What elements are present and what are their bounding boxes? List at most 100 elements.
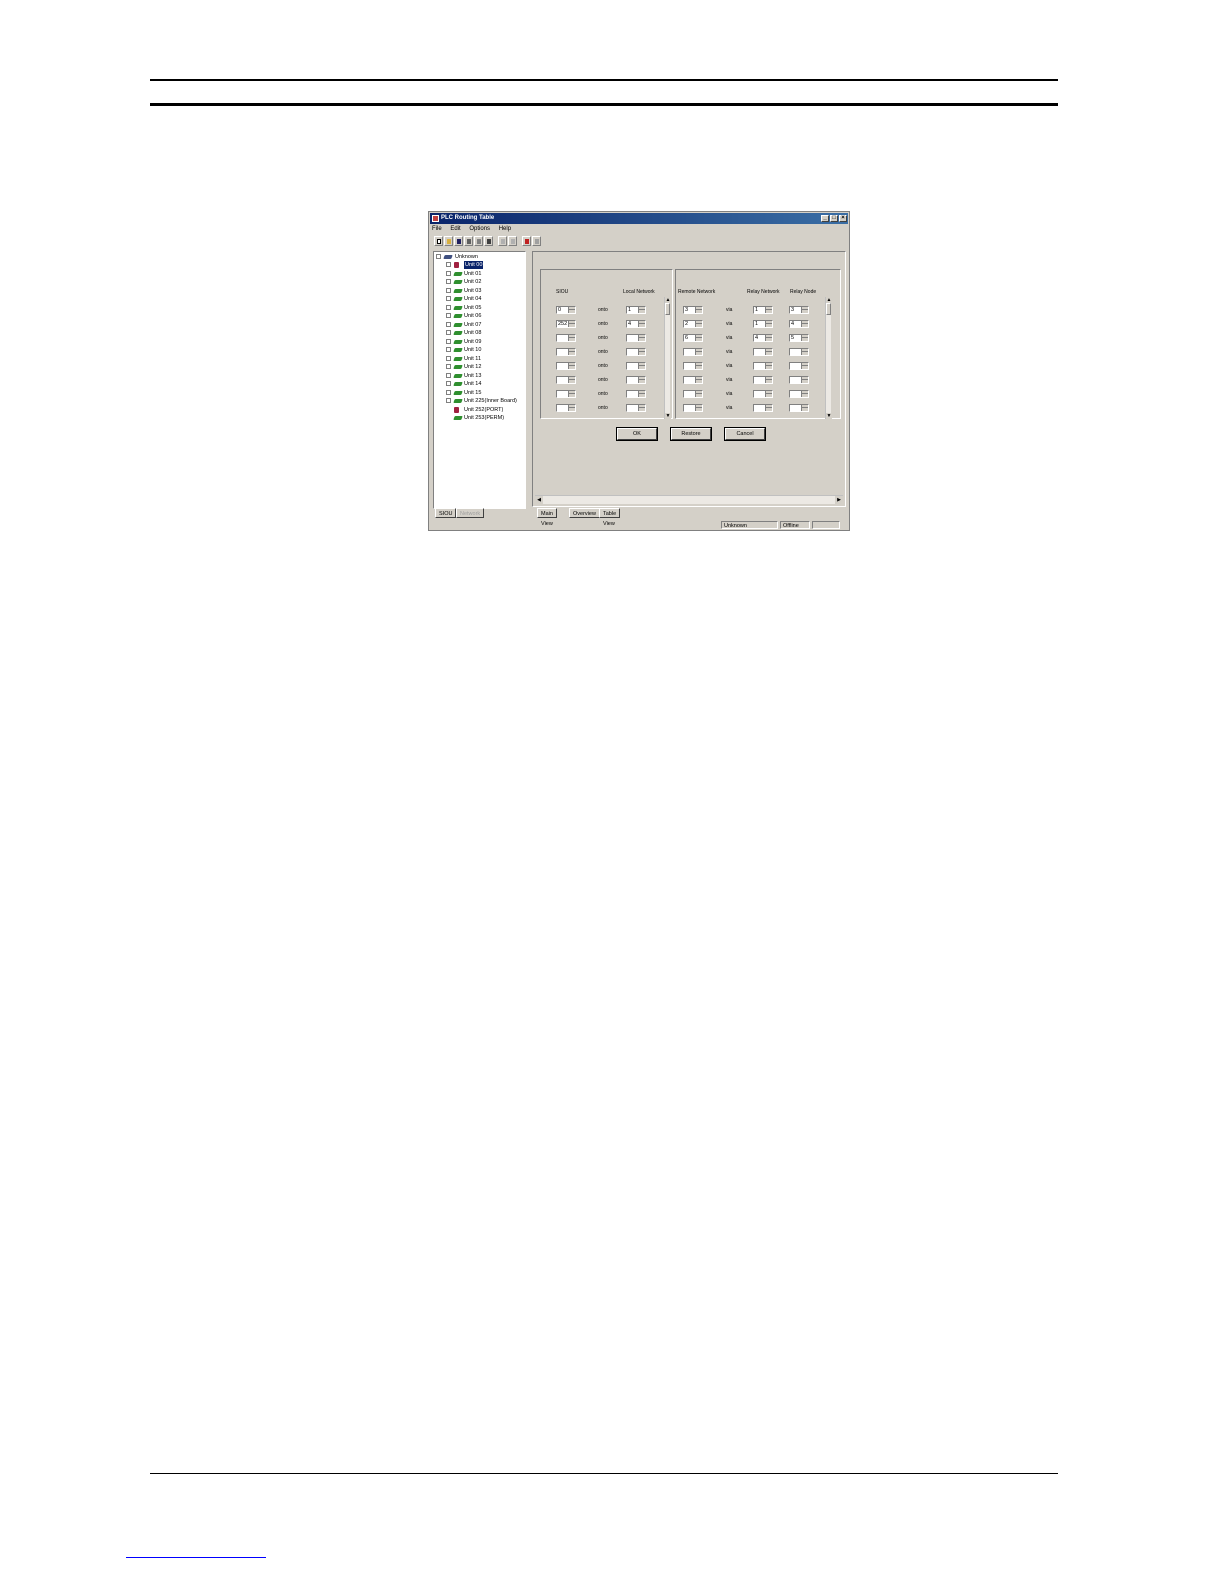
- spin-arrows-icon[interactable]: [638, 363, 645, 369]
- expand-icon[interactable]: [446, 338, 451, 344]
- spin-arrows-icon[interactable]: [638, 307, 645, 313]
- spin-arrows-icon[interactable]: [638, 335, 645, 341]
- spin-arrows-icon[interactable]: [765, 335, 772, 341]
- print-icon[interactable]: [464, 236, 473, 246]
- relay-network-spinner[interactable]: 4: [753, 334, 773, 342]
- scroll-down-icon[interactable]: ▼: [665, 413, 671, 419]
- local-network-spinner[interactable]: [626, 390, 646, 398]
- expand-icon[interactable]: [446, 398, 451, 403]
- relay-node-spinner[interactable]: [789, 376, 809, 384]
- spin-arrows-icon[interactable]: [695, 307, 702, 313]
- tab-table-view[interactable]: Table View: [599, 508, 621, 527]
- spin-arrows-icon[interactable]: [695, 335, 702, 341]
- tab-network[interactable]: Network: [456, 508, 485, 518]
- menu-help[interactable]: Help: [499, 226, 511, 232]
- open-folder-icon[interactable]: [444, 236, 453, 246]
- scroll-down-icon[interactable]: ▼: [826, 413, 832, 419]
- spin-arrows-icon[interactable]: [568, 307, 575, 313]
- print-preview-icon[interactable]: [474, 236, 483, 246]
- local-network-spinner[interactable]: [626, 334, 646, 342]
- menu-file[interactable]: File: [432, 226, 442, 232]
- tab-overview[interactable]: Overview: [569, 508, 600, 518]
- spin-arrows-icon[interactable]: [568, 321, 575, 327]
- arrow-icon[interactable]: [532, 236, 541, 246]
- relay-network-spinner[interactable]: [753, 404, 773, 412]
- spin-arrows-icon[interactable]: [695, 405, 702, 411]
- check-icon[interactable]: [522, 236, 531, 246]
- horizontal-scrollbar[interactable]: ◀ ▶: [535, 495, 843, 504]
- save-icon[interactable]: [454, 236, 463, 246]
- spin-arrows-icon[interactable]: [568, 405, 575, 411]
- relay-network-spinner[interactable]: [753, 390, 773, 398]
- local-network-spinner[interactable]: [626, 376, 646, 384]
- remote-network-spinner[interactable]: 3: [683, 306, 703, 314]
- spin-arrows-icon[interactable]: [568, 335, 575, 341]
- cancel-button[interactable]: Cancel: [724, 427, 766, 441]
- maximize-button[interactable]: □: [830, 215, 838, 222]
- expand-icon[interactable]: [446, 279, 451, 284]
- spin-arrows-icon[interactable]: [801, 321, 808, 327]
- spin-arrows-icon[interactable]: [765, 391, 772, 397]
- expand-icon[interactable]: [446, 347, 451, 352]
- siou-spinner[interactable]: [556, 348, 576, 356]
- close-button[interactable]: ×: [839, 215, 847, 222]
- expand-icon[interactable]: [446, 321, 451, 327]
- relay-node-spinner[interactable]: 4: [789, 320, 809, 328]
- expand-icon[interactable]: [446, 355, 451, 361]
- local-network-spinner[interactable]: [626, 362, 646, 370]
- expand-icon[interactable]: [446, 304, 451, 310]
- restore-button[interactable]: Restore: [670, 427, 712, 441]
- expand-icon[interactable]: [446, 296, 451, 301]
- relay-node-spinner[interactable]: [789, 404, 809, 412]
- spin-arrows-icon[interactable]: [801, 391, 808, 397]
- expand-icon[interactable]: [446, 381, 451, 386]
- spin-arrows-icon[interactable]: [638, 321, 645, 327]
- collapse-icon[interactable]: [436, 254, 441, 259]
- spin-arrows-icon[interactable]: [801, 377, 808, 383]
- spin-arrows-icon[interactable]: [695, 391, 702, 397]
- siou-spinner[interactable]: [556, 376, 576, 384]
- spin-arrows-icon[interactable]: [765, 349, 772, 355]
- new-file-icon[interactable]: [434, 236, 443, 246]
- tab-siou[interactable]: SIOU: [435, 508, 457, 518]
- expand-icon[interactable]: [446, 262, 451, 267]
- relay-network-spinner[interactable]: [753, 376, 773, 384]
- menu-options[interactable]: Options: [469, 226, 490, 232]
- right-vertical-scrollbar[interactable]: ▲ ▼: [825, 297, 832, 419]
- local-network-spinner[interactable]: 4: [626, 320, 646, 328]
- spin-arrows-icon[interactable]: [765, 363, 772, 369]
- spin-arrows-icon[interactable]: [801, 307, 808, 313]
- spin-arrows-icon[interactable]: [638, 377, 645, 383]
- expand-icon[interactable]: [446, 287, 451, 293]
- scroll-thumb[interactable]: [665, 303, 670, 315]
- spin-arrows-icon[interactable]: [638, 391, 645, 397]
- spin-arrows-icon[interactable]: [765, 307, 772, 313]
- local-network-spinner[interactable]: [626, 348, 646, 356]
- scroll-thumb[interactable]: [826, 303, 831, 315]
- spin-arrows-icon[interactable]: [695, 363, 702, 369]
- expand-icon[interactable]: [446, 330, 451, 335]
- relay-node-spinner[interactable]: [789, 348, 809, 356]
- tab-main-view[interactable]: Main View: [537, 508, 557, 527]
- expand-icon[interactable]: [446, 364, 451, 369]
- scroll-left-icon[interactable]: ◀: [535, 496, 543, 504]
- relay-network-spinner[interactable]: 1: [753, 320, 773, 328]
- spin-arrows-icon[interactable]: [638, 349, 645, 355]
- spin-arrows-icon[interactable]: [765, 405, 772, 411]
- transfer-icon[interactable]: [484, 236, 493, 246]
- copy-icon[interactable]: [498, 236, 507, 246]
- spin-arrows-icon[interactable]: [801, 363, 808, 369]
- relay-network-spinner[interactable]: [753, 348, 773, 356]
- spin-arrows-icon[interactable]: [765, 377, 772, 383]
- remote-network-spinner[interactable]: [683, 404, 703, 412]
- spin-arrows-icon[interactable]: [568, 349, 575, 355]
- remote-network-spinner[interactable]: 2: [683, 320, 703, 328]
- remote-network-spinner[interactable]: [683, 348, 703, 356]
- relay-node-spinner[interactable]: [789, 390, 809, 398]
- relay-network-spinner[interactable]: 1: [753, 306, 773, 314]
- relay-node-spinner[interactable]: 5: [789, 334, 809, 342]
- siou-spinner[interactable]: [556, 334, 576, 342]
- siou-spinner[interactable]: 0: [556, 306, 576, 314]
- minimize-button[interactable]: _: [821, 215, 829, 222]
- siou-spinner[interactable]: [556, 390, 576, 398]
